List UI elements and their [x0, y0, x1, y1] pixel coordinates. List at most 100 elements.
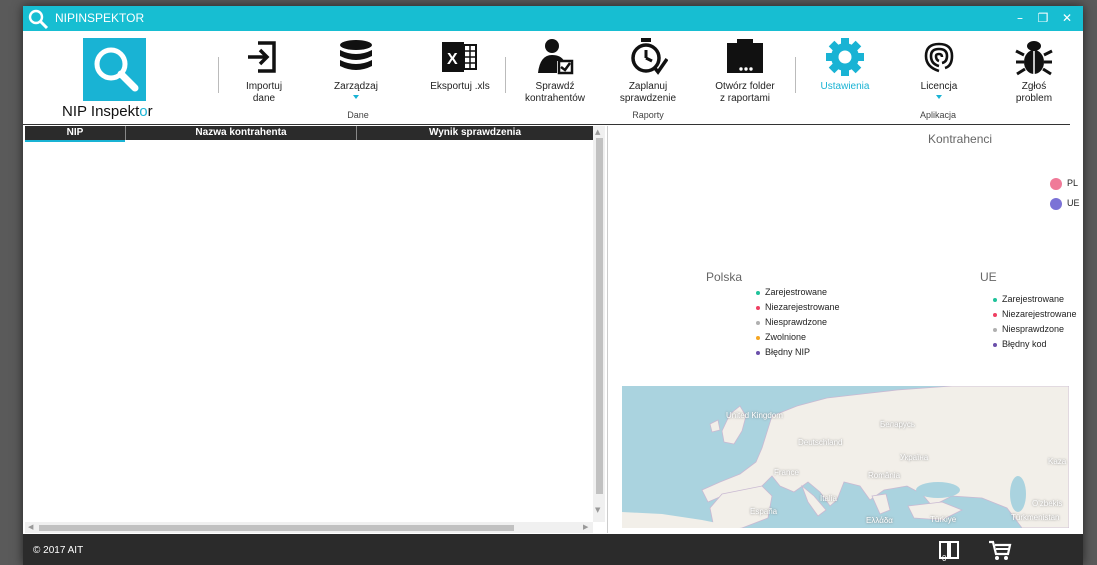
ribbon-separator	[505, 57, 506, 93]
bug-icon	[1015, 41, 1053, 76]
app-window: NIPINSPEKTOR – ❐ ✕ NIP Inspektor Importu…	[23, 6, 1083, 565]
legend-label: Błędny kod	[1002, 339, 1047, 349]
map-label: España	[750, 507, 778, 516]
map-label: France	[774, 468, 799, 477]
legend-item: Niesprawdzone	[993, 322, 1077, 337]
gear-icon	[826, 38, 864, 76]
legend-label: Niezarejestrowane	[765, 302, 840, 312]
ribbon-divider	[23, 124, 1070, 125]
contractors-table: NIP Nazwa kontrahenta Wynik sprawdzenia …	[25, 126, 608, 533]
ribbon-separator	[795, 57, 796, 93]
map-label: Türkmenistan	[1011, 513, 1060, 522]
selected-column-indicator	[25, 140, 125, 142]
title-bar: NIPINSPEKTOR – ❐ ✕	[23, 6, 1083, 31]
legend-polska: Zarejestrowane Niezarejestrowane Niespra…	[756, 285, 840, 360]
legend-dot	[993, 342, 997, 347]
group-label-aplikacja: Aplikacja	[919, 110, 957, 120]
map-label: Türkiye	[930, 515, 957, 524]
ribbon-separator	[218, 57, 219, 93]
license-button[interactable]: Licencja	[909, 37, 969, 109]
import-icon	[248, 41, 276, 73]
map-label: Беларусь	[880, 420, 915, 429]
table-header: NIP Nazwa kontrahenta Wynik sprawdzenia	[25, 126, 593, 140]
legend-item: Zarejestrowane	[993, 292, 1077, 307]
legend-item: Niesprawdzone	[756, 315, 840, 330]
import-button-label: Importuj dane	[245, 81, 283, 104]
legend-item: PL	[1050, 176, 1080, 196]
stopwatch-icon	[631, 38, 668, 75]
manage-button[interactable]: Zarządzaj	[328, 37, 384, 109]
column-header-nip[interactable]: NIP	[25, 126, 126, 140]
ribbon-toolbar: NIP Inspektor Importuj dane Zarządzaj X	[23, 31, 1083, 124]
group-label-dane: Dane	[347, 110, 369, 120]
scroll-right-icon[interactable]: ▶	[583, 523, 588, 531]
chevron-down-icon	[353, 95, 359, 99]
svg-text:0: 0	[942, 554, 947, 561]
logo-text-accent: o	[139, 103, 148, 120]
legend-ue: Zarejestrowane Niezarejestrowane Niespra…	[993, 292, 1077, 352]
logo-text-end: r	[147, 103, 153, 120]
report-problem-button[interactable]: Zgłoś problem	[1003, 37, 1065, 109]
scroll-down-icon[interactable]: ▼	[595, 506, 600, 514]
close-icon[interactable]: ✕	[1057, 9, 1077, 27]
map-label: Kaza	[1048, 457, 1067, 466]
vertical-scroll-thumb[interactable]	[596, 138, 603, 494]
folder-icon	[727, 39, 763, 73]
legend-dot	[993, 312, 997, 317]
map-label: Italia	[820, 494, 837, 503]
copyright-text: © 2017 AIT	[33, 545, 84, 556]
horizontal-scrollbar[interactable]: ◀ ▶	[25, 522, 593, 533]
legend-kontrahenci: PL UE	[1050, 176, 1080, 216]
scroll-up-icon[interactable]: ▲	[595, 128, 600, 136]
column-header-result[interactable]: Wynik sprawdzenia	[357, 126, 593, 140]
legend-label: Błędny NIP	[765, 347, 811, 357]
check-contractors-button-label: Sprawdź kontrahentów	[524, 81, 586, 104]
legend-dot-ue	[1050, 197, 1062, 210]
vertical-scrollbar[interactable]: ▲ ▼	[593, 126, 605, 522]
map-land-shapes	[622, 386, 1069, 528]
legend-dot	[756, 290, 760, 295]
legend-item: UE	[1050, 196, 1080, 216]
legend-label: Niesprawdzone	[1002, 324, 1065, 334]
minimize-icon[interactable]: –	[1010, 9, 1030, 27]
map-label: O'zbekis	[1032, 499, 1063, 508]
window-title: NIPINSPEKTOR	[55, 11, 145, 25]
column-header-name[interactable]: Nazwa kontrahenta	[126, 126, 357, 140]
legend-item: Zwolnione	[756, 330, 840, 345]
schedule-check-button-label: Zaplanuj sprawdzenie	[619, 81, 677, 104]
map-label: Deutschland	[798, 438, 843, 447]
legend-label: Niezarejestrowane	[1002, 309, 1077, 319]
license-button-label: Licencja	[920, 81, 958, 92]
chart-title-polska: Polska	[706, 270, 743, 284]
legend-label-pl: PL	[1067, 178, 1079, 188]
settings-button-label: Ustawienia	[820, 81, 870, 92]
open-reports-folder-button[interactable]: Otwórz folder z raportami	[703, 37, 787, 109]
map-label: United Kingdom	[726, 411, 783, 420]
legend-label: Zarejestrowane	[765, 287, 828, 297]
legend-dot	[993, 327, 997, 332]
map-label: România	[868, 471, 901, 480]
manual-book-icon[interactable]: 0	[938, 539, 960, 561]
scroll-left-icon[interactable]: ◀	[28, 523, 33, 531]
export-xls-button[interactable]: X Eksportuj .xls	[428, 37, 492, 109]
legend-item: Niezarejestrowane	[993, 307, 1077, 322]
horizontal-scroll-thumb[interactable]	[39, 525, 514, 531]
legend-label: Zwolnione	[765, 332, 807, 342]
export-xls-button-label: Eksportuj .xls	[430, 81, 490, 92]
legend-item: Zarejestrowane	[756, 285, 840, 300]
magnifier-app-icon	[28, 9, 49, 30]
shopping-cart-icon[interactable]	[988, 539, 1012, 561]
import-button[interactable]: Importuj dane	[236, 37, 292, 109]
legend-item: Niezarejestrowane	[756, 300, 840, 315]
legend-dot	[756, 335, 760, 340]
chevron-down-icon	[936, 95, 942, 99]
logo-text: NIP Inspektor	[62, 103, 153, 120]
legend-dot	[756, 320, 760, 325]
check-contractors-button[interactable]: Sprawdź kontrahentów	[519, 37, 591, 109]
europe-map[interactable]: United Kingdom Беларусь Deutschland Укра…	[622, 386, 1069, 528]
settings-button[interactable]: Ustawienia	[813, 37, 877, 109]
restore-icon[interactable]: ❐	[1033, 9, 1053, 27]
legend-label: Niesprawdzone	[765, 317, 828, 327]
legend-dot-pl	[1050, 177, 1062, 190]
schedule-check-button[interactable]: Zaplanuj sprawdzenie	[613, 37, 683, 109]
